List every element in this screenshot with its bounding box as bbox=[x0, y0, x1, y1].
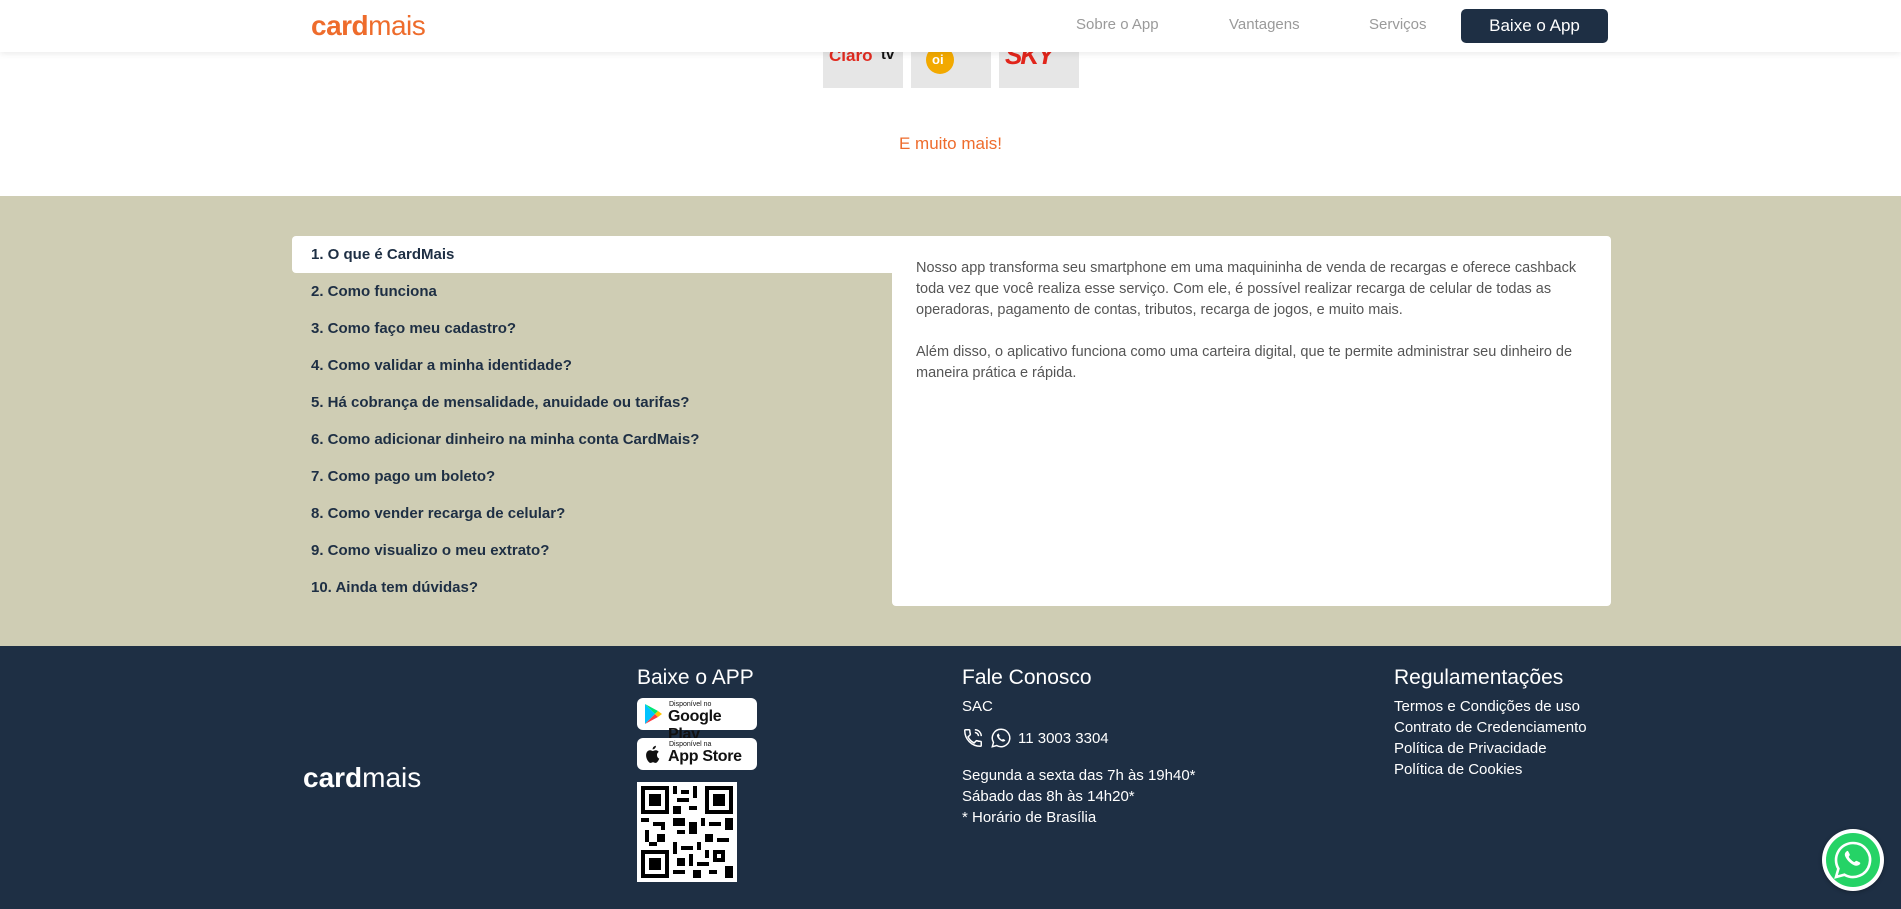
site-footer: cardmais Baixe o APP Disponível no Googl… bbox=[0, 646, 1901, 909]
apple-icon bbox=[646, 745, 660, 763]
faq-question-list: 1. O que é CardMais 2. Como funciona 3. … bbox=[292, 236, 892, 606]
link-cookie-policy[interactable]: Política de Cookies bbox=[1394, 759, 1587, 780]
qr-code-icon bbox=[637, 782, 737, 882]
whatsapp-small-icon bbox=[991, 728, 1011, 748]
footer-logo-text-light: mais bbox=[362, 762, 422, 793]
and-much-more-text: E muito mais! bbox=[899, 134, 1002, 153]
site-header: cardmais Sobre o App Vantagens Serviços … bbox=[0, 0, 1901, 52]
qr-code bbox=[637, 782, 737, 882]
operator-sky: SKY bbox=[999, 52, 1079, 88]
hours-weekdays: Segunda a sexta das 7h às 19h40* bbox=[962, 767, 1196, 784]
nav-vantagens[interactable]: Vantagens bbox=[1229, 16, 1300, 33]
faq-item-9[interactable]: 9. Como visualizo o meu extrato? bbox=[292, 532, 892, 569]
faq-item-3[interactable]: 3. Como faço meu cadastro? bbox=[292, 310, 892, 347]
faq-answer-panel: Nosso app transforma seu smartphone em u… bbox=[892, 236, 1611, 606]
cardmais-logo[interactable]: cardmais bbox=[311, 10, 426, 42]
google-play-small-text: Disponível no bbox=[669, 701, 712, 708]
faq-answer-paragraph-1: Nosso app transforma seu smartphone em u… bbox=[916, 260, 1577, 318]
support-hours: Segunda a sexta das 7h às 19h40* Sábado … bbox=[962, 765, 1196, 828]
phone-number[interactable]: 11 3003 3304 bbox=[1018, 730, 1109, 747]
phone-row: 11 3003 3304 bbox=[962, 727, 1196, 749]
footer-logo-text-bold: card bbox=[303, 762, 363, 793]
claro-tv-text: tv bbox=[881, 52, 895, 63]
app-store-big-text: App Store bbox=[668, 748, 742, 765]
claro-logo-text: Claro bbox=[829, 52, 873, 65]
link-privacy-policy[interactable]: Política de Privacidade bbox=[1394, 738, 1587, 759]
app-store-small-text: Disponível na bbox=[669, 741, 712, 748]
phone-icon bbox=[964, 729, 982, 747]
nav-sobre-o-app[interactable]: Sobre o App bbox=[1076, 16, 1159, 33]
link-terms[interactable]: Termos e Condições de uso bbox=[1394, 696, 1587, 717]
operator-oi: oi bbox=[911, 52, 991, 88]
faq-answer-paragraph-2: Além disso, o aplicativo funciona como u… bbox=[916, 344, 1573, 381]
footer-regulations-title: Regulamentações bbox=[1394, 666, 1564, 689]
sac-label: SAC bbox=[962, 698, 993, 715]
faq-item-10[interactable]: 10. Ainda tem dúvidas? bbox=[292, 569, 892, 606]
footer-download-title: Baixe o APP bbox=[637, 666, 754, 689]
whatsapp-float-button[interactable] bbox=[1822, 829, 1884, 891]
footer-contact-title: Fale Conosco bbox=[962, 666, 1092, 689]
faq-item-1[interactable]: 1. O que é CardMais bbox=[292, 236, 892, 273]
google-play-badge[interactable]: Disponível no Google Play bbox=[637, 698, 757, 743]
app-store-badge[interactable]: Disponível na App Store bbox=[637, 738, 757, 770]
footer-regulations-column: Regulamentações Termos e Condições de us… bbox=[1394, 666, 1587, 780]
hours-note: * Horário de Brasília bbox=[962, 809, 1097, 826]
nav-servicos[interactable]: Serviços bbox=[1369, 16, 1427, 33]
link-credentialing-contract[interactable]: Contrato de Credenciamento bbox=[1394, 717, 1587, 738]
logo-text-bold: card bbox=[311, 10, 369, 41]
faq-item-7[interactable]: 7. Como pago um boleto? bbox=[292, 458, 892, 495]
google-play-icon bbox=[645, 704, 662, 724]
footer-contact-column: Fale Conosco SAC 11 3003 3304 Segunda a … bbox=[962, 666, 1196, 828]
sky-logo-text: SKY bbox=[1005, 52, 1054, 70]
oi-logo-text: oi bbox=[932, 52, 944, 67]
faq-item-8[interactable]: 8. Como vender recarga de celular? bbox=[292, 495, 892, 532]
footer-cardmais-logo[interactable]: cardmais bbox=[303, 762, 421, 794]
download-app-button[interactable]: Baixe o App bbox=[1461, 9, 1608, 43]
footer-download-column: Baixe o APP Disponível no Google Play Di… bbox=[637, 666, 757, 882]
faq-item-6[interactable]: 6. Como adicionar dinheiro na minha cont… bbox=[292, 421, 892, 458]
whatsapp-icon bbox=[1826, 833, 1880, 887]
logo-text-light: mais bbox=[368, 10, 426, 41]
hours-saturday: Sábado das 8h às 14h20* bbox=[962, 788, 1135, 805]
faq-item-4[interactable]: 4. Como validar a minha identidade? bbox=[292, 347, 892, 384]
operator-claro-tv: Claro tv bbox=[823, 52, 903, 88]
faq-item-5[interactable]: 5. Há cobrança de mensalidade, anuidade … bbox=[292, 384, 892, 421]
faq-item-2[interactable]: 2. Como funciona bbox=[292, 273, 892, 310]
faq-section: 1. O que é CardMais 2. Como funciona 3. … bbox=[0, 196, 1901, 646]
